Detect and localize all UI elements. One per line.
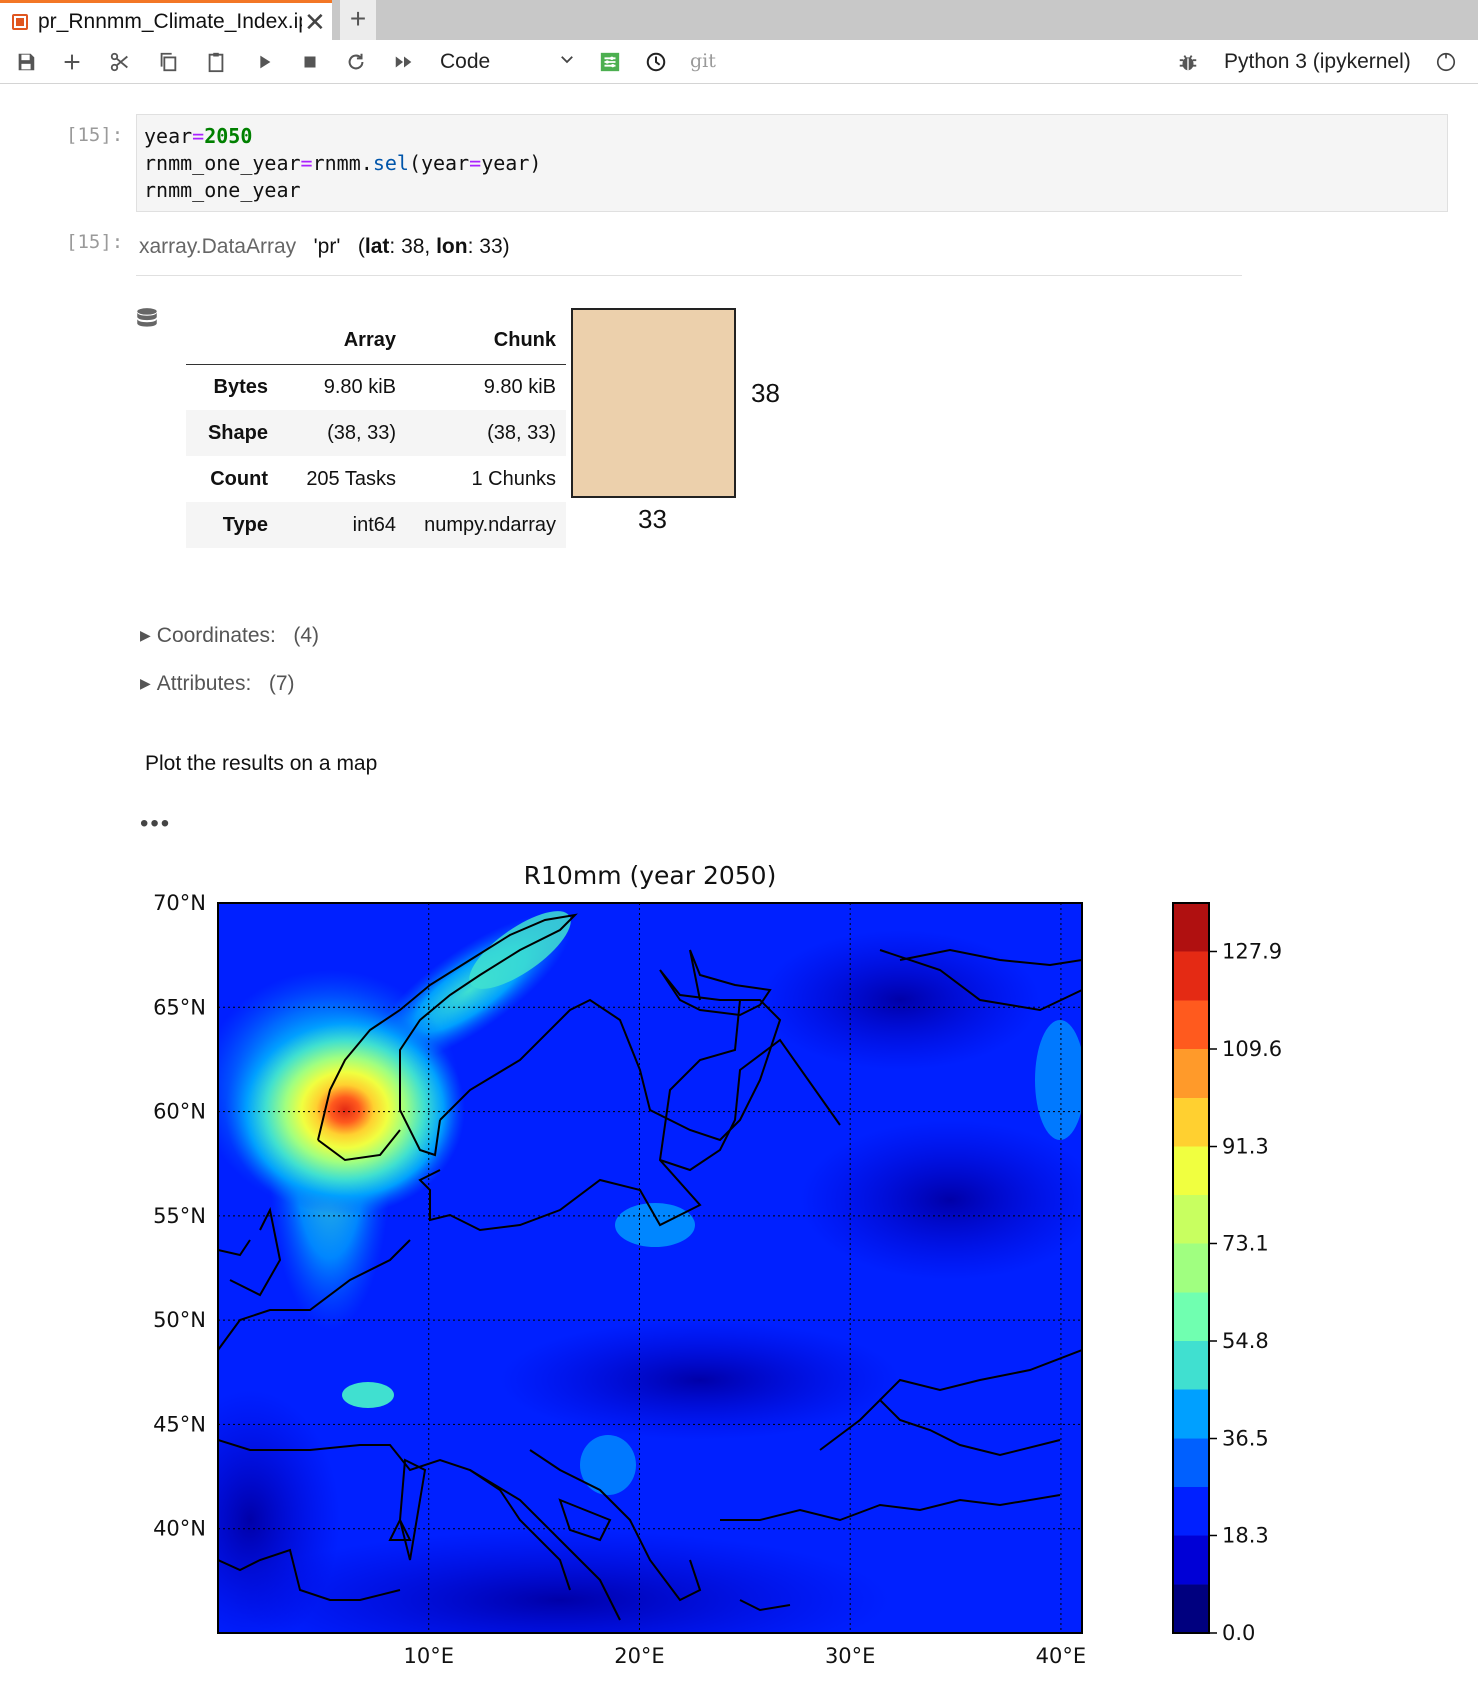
colorbar-segment: [1173, 1098, 1209, 1147]
map-field: [218, 903, 1082, 1633]
longitude-tick-label: 20°E: [614, 1644, 665, 1668]
colorbar-segment: [1173, 1389, 1209, 1439]
field-region: [760, 930, 1040, 1070]
colorbar-tick-label: 91.3: [1222, 1135, 1269, 1159]
latitude-tick-label: 65°N: [153, 995, 206, 1019]
field-region: [500, 1320, 900, 1440]
longitude-tick-label: 30°E: [825, 1644, 876, 1668]
field-region: [580, 1435, 636, 1495]
colorbar-segment: [1173, 903, 1209, 952]
colorbar-segment: [1173, 1000, 1209, 1049]
latitude-tick-label: 60°N: [153, 1100, 206, 1124]
latitude-tick-label: 45°N: [153, 1412, 206, 1436]
field-region: [615, 1203, 695, 1247]
field-region: [342, 1382, 394, 1408]
colorbar-tick-label: 0.0: [1222, 1621, 1255, 1645]
longitude-tick-label: 40°E: [1036, 1644, 1087, 1668]
colorbar-segment: [1173, 1438, 1209, 1487]
colorbar-tick-label: 54.8: [1222, 1329, 1269, 1353]
colorbar-segment: [1173, 1487, 1209, 1536]
colorbar-segment: [1173, 1049, 1209, 1099]
latitude-tick-label: 40°N: [153, 1517, 206, 1541]
field-region: [1035, 1020, 1082, 1140]
colorbar-tick-label: 127.9: [1222, 939, 1282, 963]
colorbar-segment: [1173, 1146, 1209, 1195]
colorbar-segment: [1173, 951, 1209, 1001]
colorbar-tick-label: 73.1: [1222, 1231, 1269, 1255]
colorbar: 0.0 18.3 36.5 54.8 73.1 91.3 109.6 127.9: [1172, 902, 1282, 1645]
latitude-tick-label: 70°N: [153, 891, 206, 915]
latitude-tick-label: 50°N: [153, 1308, 206, 1332]
colorbar-segment: [1173, 1584, 1209, 1633]
colorbar-tick-label: 36.5: [1222, 1427, 1269, 1451]
colorbar-segment: [1173, 1341, 1209, 1390]
longitude-ticks: 10°E 20°E 30°E 40°E: [403, 1644, 1086, 1668]
colorbar-segment: [1173, 1243, 1209, 1293]
precipitation-map-plot: R10mm (year 2050) 70°N65°N60°N55°N50°N45…: [153, 861, 1282, 1668]
field-region: [800, 1120, 1082, 1280]
colorbar-tick-label: 18.3: [1222, 1523, 1269, 1547]
plot-title: R10mm (year 2050): [524, 861, 777, 890]
colorbar-segment: [1173, 1535, 1209, 1585]
latitude-tick-label: 55°N: [153, 1204, 206, 1228]
colorbar-segment: [1173, 1292, 1209, 1341]
colorbar-tick-label: 109.6: [1222, 1037, 1282, 1061]
longitude-tick-label: 10°E: [403, 1644, 454, 1668]
latitude-ticks: 70°N 65°N 60°N 55°N 50°N 45°N 40°N: [153, 891, 206, 1541]
colorbar-segment: [1173, 1195, 1209, 1244]
